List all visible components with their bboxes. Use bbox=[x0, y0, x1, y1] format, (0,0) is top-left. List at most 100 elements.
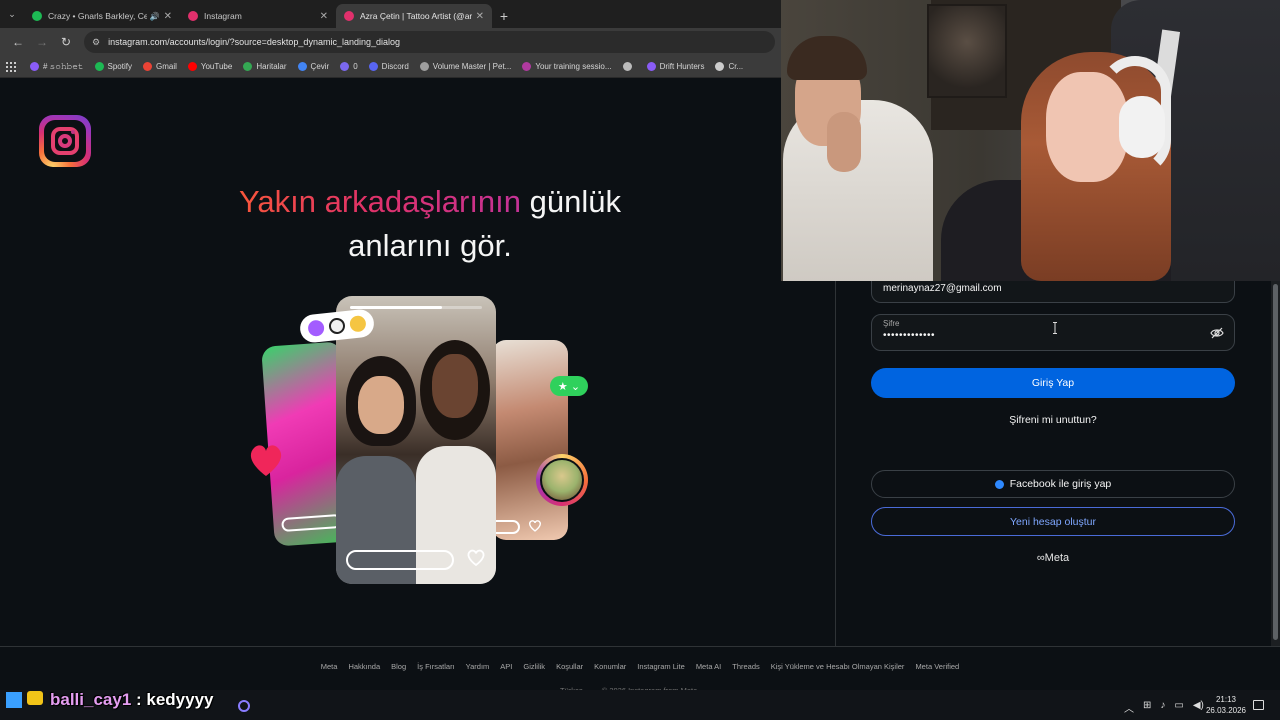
browser-toolbar: ← → ↻ ⚙ instagram.com/accounts/login/?so… bbox=[0, 28, 781, 56]
facebook-login-label: Facebook ile giriş yap bbox=[1009, 478, 1112, 490]
story-card-right bbox=[492, 340, 568, 540]
apps-grid-icon[interactable] bbox=[6, 61, 16, 72]
tab-title: Crazy • Gnarls Barkley, Cee bbox=[48, 11, 147, 21]
tab-spotify[interactable]: Crazy • Gnarls Barkley, Cee 🔊 ✕ bbox=[24, 4, 180, 28]
tab-strip: ⌄ Crazy • Gnarls Barkley, Cee 🔊 ✕ Instag… bbox=[0, 0, 781, 28]
scrollbar-thumb[interactable] bbox=[1273, 284, 1278, 640]
footer-link[interactable]: Koşullar bbox=[556, 662, 583, 671]
start-icon[interactable] bbox=[6, 692, 22, 708]
headline-text-line2: anlarını gör. bbox=[348, 228, 512, 263]
facebook-login-button[interactable]: Facebook ile giriş yap bbox=[871, 470, 1235, 498]
bookmark-item[interactable]: Cr... bbox=[715, 62, 743, 71]
tab-title: Azra Çetin | Tattoo Artist (@arti bbox=[360, 11, 472, 21]
new-tab-button[interactable]: + bbox=[492, 4, 516, 28]
bookmark-item[interactable]: Your training sessio... bbox=[522, 62, 612, 71]
close-tab-icon[interactable]: ✕ bbox=[164, 11, 172, 22]
instagram-logo-icon[interactable] bbox=[39, 115, 91, 167]
tab-instagram[interactable]: Instagram ✕ bbox=[180, 4, 336, 28]
page-scrollbar[interactable] bbox=[1271, 280, 1280, 646]
bookmark-item[interactable]: Spotify bbox=[94, 62, 132, 71]
footer-link[interactable]: Yardım bbox=[466, 662, 490, 671]
footer-link[interactable]: Kişi Yükleme ve Hesabı Olmayan Kişiler bbox=[771, 662, 905, 671]
close-friends-star-icon: ★ ⌄ bbox=[550, 376, 588, 396]
chat-username: balli_cay1 bbox=[50, 690, 132, 709]
stream-chat-message: balli_cay1 : kedyyyy bbox=[50, 690, 214, 710]
login-button[interactable]: Giriş Yap bbox=[871, 368, 1235, 398]
audio-playing-icon[interactable]: 🔊 bbox=[150, 12, 160, 21]
footer-divider bbox=[0, 646, 1280, 647]
footer-link[interactable]: Meta Verified bbox=[915, 662, 959, 671]
crown-emote-icon bbox=[27, 691, 43, 705]
clock-time: 21:13 bbox=[1215, 695, 1237, 704]
cortana-icon[interactable] bbox=[238, 700, 250, 712]
bookmark-item[interactable]: Drift Hunters bbox=[646, 62, 705, 71]
bookmark-label: Discord bbox=[381, 62, 409, 71]
bookmark-favicon-icon bbox=[243, 62, 253, 71]
footer-link[interactable]: Konumlar bbox=[594, 662, 626, 671]
bookmark-item[interactable]: 0 bbox=[340, 62, 358, 71]
bookmark-label: # 𝚜𝚘𝚑𝚋𝚎𝚝 bbox=[43, 61, 84, 71]
bookmark-item[interactable] bbox=[622, 62, 636, 71]
spotify-favicon-icon bbox=[32, 11, 42, 21]
bookmark-favicon-icon bbox=[94, 62, 104, 71]
bookmark-favicon-icon bbox=[368, 62, 378, 71]
footer-link[interactable]: Gizlilik bbox=[523, 662, 545, 671]
email-field-value: merinaynaz27@gmail.com bbox=[883, 282, 1002, 294]
forgot-password-link[interactable]: Şifreni mi unuttun? bbox=[871, 414, 1235, 426]
back-icon[interactable]: ← bbox=[6, 31, 30, 53]
footer-link[interactable]: Threads bbox=[732, 662, 760, 671]
system-tray: ︿ ⊞ ♪ ▭ ◀) bbox=[1124, 700, 1204, 715]
create-account-button[interactable]: Yeni hesap oluştur bbox=[871, 507, 1235, 536]
bookmark-label: Haritalar bbox=[256, 62, 287, 71]
bookmark-item[interactable]: Haritalar bbox=[243, 62, 287, 71]
hide-password-eye-icon[interactable] bbox=[1210, 327, 1224, 339]
bookmark-item[interactable]: Çevir bbox=[297, 62, 330, 71]
landing-headline: Yakın arkadaşlarının günlük anlarını gör… bbox=[180, 180, 680, 268]
bookmark-label: Drift Hunters bbox=[659, 62, 705, 71]
bookmark-label: 0 bbox=[353, 62, 358, 71]
close-tab-icon[interactable]: ✕ bbox=[476, 11, 484, 22]
bookmarks-bar: # 𝚜𝚘𝚑𝚋𝚎𝚝 Spotify Gmail YouTube Haritalar Çevi… bbox=[0, 56, 781, 78]
notification-center-icon[interactable] bbox=[1253, 700, 1264, 710]
footer-link[interactable]: Hakkında bbox=[348, 662, 380, 671]
reload-icon[interactable]: ↻ bbox=[54, 31, 78, 53]
bookmark-label: Cr... bbox=[728, 62, 744, 71]
address-bar[interactable]: ⚙ instagram.com/accounts/login/?source=d… bbox=[84, 31, 775, 53]
address-bar-url: instagram.com/accounts/login/?source=des… bbox=[108, 37, 401, 47]
bookmark-item[interactable]: Volume Master | Pet... bbox=[419, 62, 511, 71]
network-icon[interactable]: ⊞ bbox=[1143, 700, 1151, 715]
footer-link[interactable]: Blog bbox=[391, 662, 406, 671]
forward-icon[interactable]: → bbox=[30, 31, 54, 53]
footer-link[interactable]: API bbox=[500, 662, 512, 671]
like-heart-outline-icon bbox=[529, 520, 541, 532]
footer-link[interactable]: İş Fırsatları bbox=[417, 662, 455, 671]
taskbar-clock[interactable]: 21:13 26.03.2026 bbox=[1196, 694, 1256, 716]
bookmark-label: Gmail bbox=[155, 62, 177, 71]
bookmark-item[interactable]: # 𝚜𝚘𝚑𝚋𝚎𝚝 bbox=[30, 62, 84, 72]
like-heart-outline-icon bbox=[467, 549, 485, 567]
login-form: merinaynaz27@gmail.com Şifre •••••••••••… bbox=[836, 274, 1271, 646]
tab-search-chevron-icon[interactable]: ⌄ bbox=[0, 0, 24, 28]
site-info-icon[interactable]: ⚙ bbox=[92, 37, 100, 48]
tab-azra-cetin[interactable]: Azra Çetin | Tattoo Artist (@arti ✕ bbox=[336, 4, 492, 28]
screen: ⌄ Crazy • Gnarls Barkley, Cee 🔊 ✕ Instag… bbox=[0, 0, 1280, 720]
footer-link[interactable]: Meta bbox=[321, 662, 338, 671]
footer-link[interactable]: Meta AI bbox=[696, 662, 721, 671]
show-hidden-icons-icon[interactable]: ︿ bbox=[1124, 700, 1134, 715]
bookmark-favicon-icon bbox=[715, 62, 725, 71]
microphone-icon[interactable]: ♪ bbox=[1160, 700, 1165, 715]
bookmark-label: Çevir bbox=[310, 62, 330, 71]
bookmark-favicon-icon bbox=[646, 62, 656, 71]
instagram-favicon-icon bbox=[188, 11, 198, 21]
bookmark-favicon-icon bbox=[297, 62, 307, 71]
chat-separator: : bbox=[131, 690, 147, 709]
bookmark-item[interactable]: Discord bbox=[368, 62, 409, 71]
bookmark-item[interactable]: YouTube bbox=[187, 62, 232, 71]
chat-text: kedyyyy bbox=[146, 690, 214, 709]
close-tab-icon[interactable]: ✕ bbox=[320, 11, 328, 22]
display-icon[interactable]: ▭ bbox=[1174, 700, 1183, 715]
bookmark-item[interactable]: Gmail bbox=[142, 62, 177, 71]
headline-text: günlük bbox=[521, 184, 621, 219]
clock-date: 26.03.2026 bbox=[1205, 706, 1247, 715]
footer-link[interactable]: Instagram Lite bbox=[637, 662, 685, 671]
